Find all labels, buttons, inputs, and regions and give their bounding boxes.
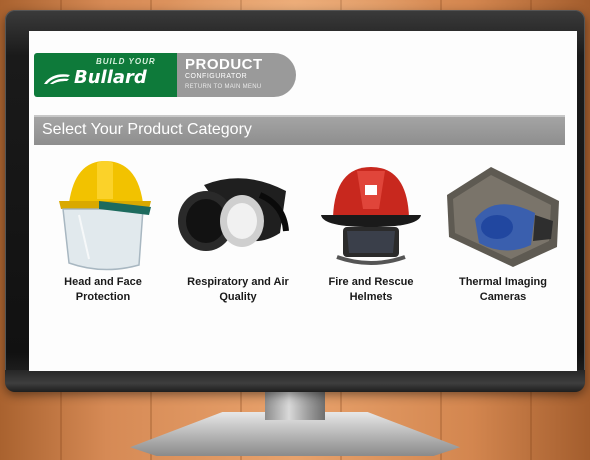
logo-brand-name: Bullard	[74, 67, 147, 88]
product-label-line2: Cameras	[479, 291, 527, 303]
product-label-line1: Thermal Imaging	[458, 276, 548, 288]
thermal-camera-icon	[447, 167, 559, 267]
monitor-screen: BUILD YOUR Bullard PRODUCT CONFIGURATOR …	[29, 31, 577, 371]
product-label-line1: Head and Face	[64, 276, 142, 288]
configurator-badge[interactable]: PRODUCT CONFIGURATOR RETURN TO MAIN MENU	[177, 53, 296, 97]
product-tile-respiratory[interactable]: Respiratory and Air Quality	[174, 155, 302, 315]
category-header-bar: Select Your Product Category	[34, 115, 565, 145]
logo-tagline: BUILD YOUR	[96, 57, 156, 66]
hard-hat-faceshield-icon	[59, 161, 151, 271]
product-title: PRODUCT	[185, 56, 263, 73]
bullard-swoosh-icon	[44, 74, 70, 84]
product-label-respiratory[interactable]: Respiratory and Air Quality	[174, 275, 302, 305]
product-tile-thermal-imaging[interactable]: Thermal Imaging Cameras	[439, 155, 567, 315]
monitor-stand-neck	[265, 392, 325, 420]
product-tile-head-face[interactable]: Head and Face Protection	[39, 155, 167, 315]
product-configurator-logo[interactable]: BUILD YOUR Bullard PRODUCT CONFIGURATOR …	[34, 53, 296, 97]
bullard-logo[interactable]: BUILD YOUR Bullard	[34, 53, 179, 97]
respirator-icon	[178, 178, 289, 251]
product-label-line2: Protection	[75, 291, 131, 303]
product-label-line2: Helmets	[349, 291, 393, 303]
product-tile-fire-rescue[interactable]: Fire and Rescue Helmets	[307, 155, 435, 315]
configurator-subtitle: CONFIGURATOR	[185, 73, 248, 80]
product-label-line1: Fire and Rescue	[328, 276, 414, 288]
monitor-bezel	[5, 370, 585, 392]
product-label-fire-rescue[interactable]: Fire and Rescue Helmets	[307, 275, 435, 305]
product-label-thermal-imaging[interactable]: Thermal Imaging Cameras	[439, 275, 567, 305]
fire-helmet-icon	[321, 167, 421, 265]
product-label-head-face[interactable]: Head and Face Protection	[39, 275, 167, 305]
category-header-title: Select Your Product Category	[42, 121, 252, 138]
product-label-line1: Respiratory and Air	[187, 276, 289, 288]
return-to-main-menu-link[interactable]: RETURN TO MAIN MENU	[185, 84, 261, 90]
product-label-line2: Quality	[219, 291, 257, 303]
